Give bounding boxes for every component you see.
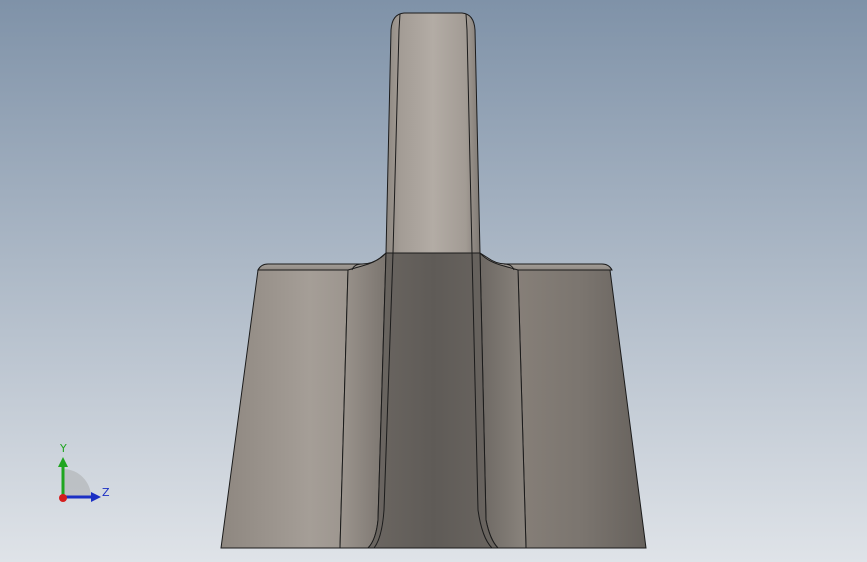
vertical-fin-face [385,12,481,254]
triad-quarter-disc [63,469,91,497]
y-axis-label: Y [60,442,67,455]
orientation-triad[interactable]: Y Z [48,440,118,510]
triad-graphic [58,457,101,502]
x-axis-origin [59,494,67,502]
y-axis-arrow [58,457,68,467]
base-right-face [517,269,647,549]
base-left-face [220,269,349,549]
z-axis-arrow [91,492,101,502]
3d-model-view[interactable] [0,0,867,562]
z-axis-label: Z [102,486,110,499]
graphics-viewport[interactable]: Y Z [0,0,867,562]
right-fillet-face [479,251,527,549]
